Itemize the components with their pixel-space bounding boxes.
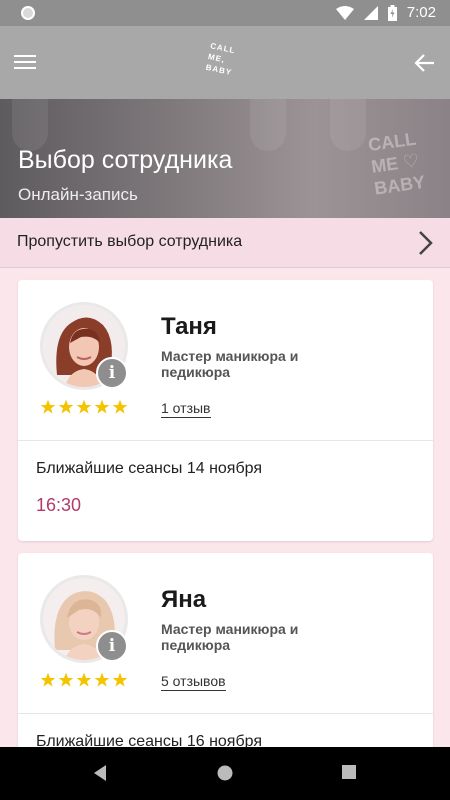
employee-card[interactable]: i Таня Мастер маникюра и педикюра 1 отзы… [18,280,433,541]
notification-icon [21,6,35,20]
star-icon [94,399,110,414]
status-icons: 7:02 [335,4,436,22]
neon-sign-image: CALL ME ♡ BABY [366,128,427,199]
nav-home-icon[interactable] [216,764,234,782]
info-button[interactable]: i [96,357,128,389]
clock: 7:02 [406,4,436,21]
employee-role: Мастер маникюра и педикюра [161,348,299,380]
skip-employee-selection-button[interactable]: Пропустить выбор сотрудника [0,218,450,268]
star-icon [40,399,56,414]
star-icon [112,672,128,687]
employee-name: Яна [161,586,207,613]
skip-label: Пропустить выбор сотрудника [17,233,243,250]
rating-stars [40,672,128,688]
wifi-icon [335,6,354,20]
time-slot[interactable]: 16:30 [36,495,81,516]
brand-logo: CALL ME, BABY [203,40,250,87]
nav-back-icon[interactable] [92,764,108,782]
info-button[interactable]: i [96,630,128,662]
star-icon [76,399,92,414]
star-icon [76,672,92,687]
reviews-link[interactable]: 1 отзыв [161,400,211,418]
status-bar: 7:02 [0,0,450,26]
back-button[interactable] [414,52,436,74]
star-icon [58,672,74,687]
nearest-sessions-label: Ближайшие сеансы 14 ноября [36,460,263,477]
employee-name: Таня [161,313,217,340]
nav-recents-icon[interactable] [341,764,357,780]
app-bar: CALL ME, BABY [0,26,450,99]
star-icon [40,672,56,687]
chevron-right-icon [419,231,433,255]
star-icon [58,399,74,414]
star-icon [94,672,110,687]
signal-icon [363,6,378,20]
page-subtitle: Онлайн-запись [18,185,138,204]
menu-button[interactable] [14,52,38,72]
star-icon [112,399,128,414]
page-title: Выбор сотрудника [18,146,233,174]
employee-role: Мастер маникюра и педикюра [161,621,299,653]
rating-stars [40,399,128,415]
arrow-left-icon [414,54,434,72]
battery-icon [387,5,397,21]
reviews-link[interactable]: 5 отзывов [161,673,226,691]
hero-header: CALL ME ♡ BABY Выбор сотрудника Онлайн-зап… [0,99,450,218]
system-navigation-bar [0,747,450,800]
